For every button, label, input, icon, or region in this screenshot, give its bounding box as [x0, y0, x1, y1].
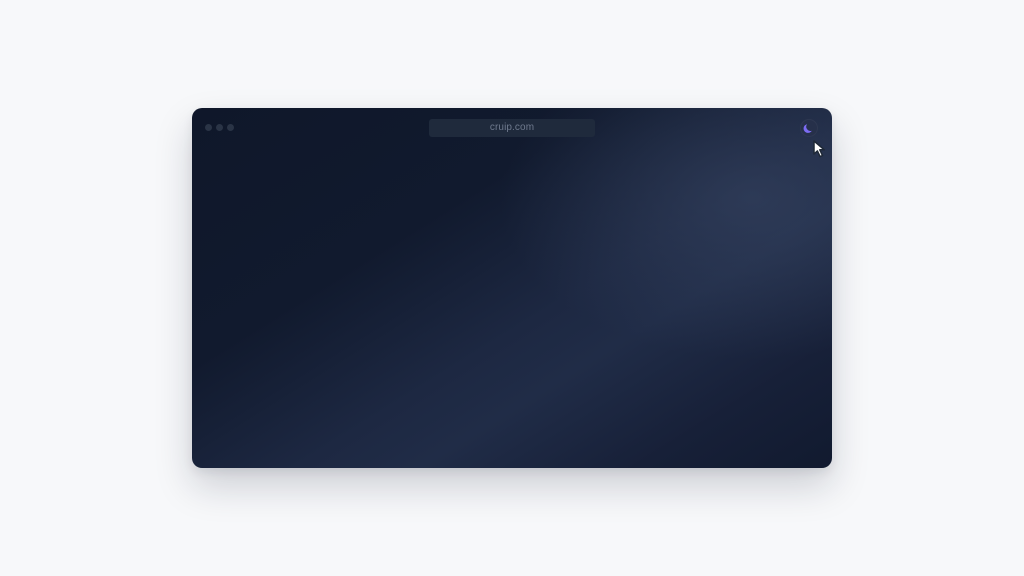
moon-icon	[803, 124, 812, 133]
page-background: cruip.com	[0, 0, 1024, 576]
address-bar[interactable]: cruip.com	[429, 119, 595, 137]
window-close-dot[interactable]	[205, 124, 212, 131]
window-maximize-dot[interactable]	[227, 124, 234, 131]
window-minimize-dot[interactable]	[216, 124, 223, 131]
window-controls	[205, 124, 234, 131]
mouse-pointer-icon	[813, 140, 826, 158]
browser-window: cruip.com	[192, 108, 832, 468]
theme-toggle-button[interactable]	[800, 119, 818, 137]
